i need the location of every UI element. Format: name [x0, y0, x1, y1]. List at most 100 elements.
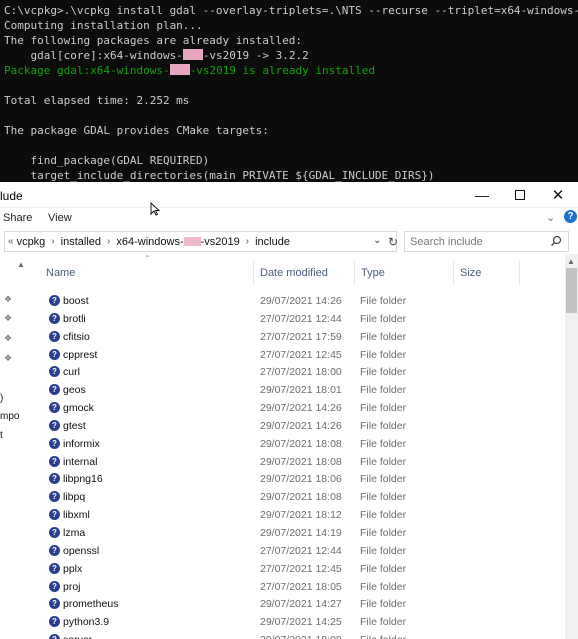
vertical-scrollbar[interactable]: ▲: [565, 254, 578, 639]
file-name: server: [63, 634, 92, 639]
column-header: Name Date modified Type Size: [40, 261, 565, 285]
folder-item-icon: ?: [49, 295, 60, 306]
address-bar[interactable]: « vcpkg › installed › x64-windows- -vs201…: [4, 231, 400, 252]
pin-icon[interactable]: ❖: [4, 313, 13, 323]
maximize-button[interactable]: [500, 182, 540, 208]
file-type: File folder: [360, 473, 407, 486]
column-header-type[interactable]: Type: [355, 261, 454, 285]
breadcrumb-triplet[interactable]: x64-windows- -vs2019: [116, 236, 239, 248]
terminal-text: The package GDAL provides CMake targets:: [4, 124, 269, 137]
ribbon: Share View ⌄ ?: [0, 208, 578, 230]
chevron-right-icon[interactable]: ›: [246, 236, 249, 247]
terminal-text: -vs2019 -> 3.2.2: [202, 49, 309, 62]
scrollbar-thumb[interactable]: [566, 268, 577, 313]
maximize-icon: [515, 190, 525, 200]
list-item[interactable]: ? brotli 27/07/2021 12:44 File folder: [40, 310, 565, 328]
file-type: File folder: [360, 455, 407, 468]
search-input[interactable]: [410, 235, 545, 248]
pin-icon[interactable]: ❖: [4, 353, 13, 363]
help-icon[interactable]: ?: [564, 210, 577, 223]
file-name: pplx: [63, 562, 83, 575]
list-item[interactable]: ? gtest 29/07/2021 14:26 File folder: [40, 417, 565, 435]
nav-item-fragment[interactable]: t: [0, 430, 3, 441]
chevron-down-icon[interactable]: ⌄: [373, 235, 381, 246]
scroll-up-icon[interactable]: ▲: [17, 260, 25, 269]
breadcrumb-vcpkg[interactable]: vcpkg: [17, 236, 46, 248]
tab-view[interactable]: View: [48, 212, 72, 224]
pin-icon[interactable]: ❖: [4, 333, 13, 343]
terminal-text: -vs2019 is already installed: [189, 64, 376, 77]
list-item[interactable]: ? curl 27/07/2021 18:00 File folder: [40, 363, 565, 381]
navigation-pane: ▲ ❖ ❖ ❖ ❖ ) mpo t: [0, 258, 28, 639]
folder-item-icon: ?: [49, 330, 60, 342]
pin-icon[interactable]: ❖: [4, 294, 13, 304]
file-date-modified: 27/07/2021 12:45: [260, 562, 342, 575]
column-header-date-modified[interactable]: Date modified: [254, 261, 355, 285]
list-item[interactable]: ? libpq 29/07/2021 18:08 File folder: [40, 488, 565, 506]
list-item[interactable]: ? prometheus 29/07/2021 14:27 File folder: [40, 595, 565, 613]
chevron-right-icon[interactable]: ›: [51, 236, 54, 247]
close-button[interactable]: ✕: [538, 182, 578, 208]
list-item[interactable]: ? python3.9 29/07/2021 14:25 File folder: [40, 613, 565, 631]
column-header-size[interactable]: Size: [454, 261, 520, 285]
list-item[interactable]: ? geos 29/07/2021 18:01 File folder: [40, 381, 565, 399]
nav-item-fragment[interactable]: ): [0, 393, 3, 404]
search-icon[interactable]: [550, 235, 562, 247]
terminal-text: target_include_directories(main PRIVATE …: [4, 169, 435, 182]
terminal-line: C:\vcpkg>.\vcpkg install gdal --overlay-…: [4, 3, 578, 18]
file-date-modified: 29/07/2021 14:19: [260, 526, 342, 539]
folder-item-icon: ?: [49, 402, 60, 414]
search-box[interactable]: [404, 231, 569, 252]
list-item[interactable]: ? lzma 29/07/2021 14:19 File folder: [40, 524, 565, 542]
file-type: File folder: [360, 348, 407, 361]
breadcrumb-installed[interactable]: installed: [61, 236, 101, 248]
file-name: cfitsio: [63, 330, 90, 343]
file-date-modified: 29/07/2021 18:08: [260, 491, 342, 504]
chevron-right-icon[interactable]: ›: [107, 236, 110, 247]
refresh-icon[interactable]: ↻: [386, 232, 400, 251]
close-icon: ✕: [551, 187, 565, 204]
file-date-modified: 29/07/2021 18:08: [260, 455, 342, 468]
list-item[interactable]: ? proj 27/07/2021 18:05 File folder: [40, 578, 565, 596]
file-type: File folder: [360, 491, 407, 504]
list-item[interactable]: ? informix 29/07/2021 18:08 File folder: [40, 435, 565, 453]
column-header-name[interactable]: Name: [40, 261, 254, 285]
ribbon-expand-chevron-icon[interactable]: ⌄: [546, 211, 555, 224]
breadcrumb-overflow-icon[interactable]: «: [8, 236, 14, 247]
list-item[interactable]: ? libpng16 29/07/2021 18:06 File folder: [40, 470, 565, 488]
list-item[interactable]: ? internal 29/07/2021 18:08 File folder: [40, 453, 565, 471]
file-type: File folder: [360, 312, 407, 325]
terminal-text: gdal[core]:x64-windows-: [4, 49, 183, 62]
file-type: File folder: [360, 295, 407, 307]
list-item[interactable]: ? boost 29/07/2021 14:26 File folder: [40, 292, 565, 310]
terminal-line: Computing installation plan...: [4, 18, 578, 33]
file-type: File folder: [360, 330, 407, 343]
file-type: File folder: [360, 634, 406, 639]
file-name: boost: [63, 295, 89, 307]
list-item[interactable]: ? openssl 27/07/2021 12:44 File folder: [40, 542, 565, 560]
list-item[interactable]: ? cfitsio 27/07/2021 17:59 File folder: [40, 328, 565, 346]
list-item[interactable]: ? cpprest 27/07/2021 12:45 File folder: [40, 346, 565, 364]
breadcrumb-include[interactable]: include: [255, 236, 290, 248]
minimize-icon: —: [475, 187, 489, 203]
list-item[interactable]: ? libxml 29/07/2021 18:12 File folder: [40, 506, 565, 524]
terminal-text: C:\vcpkg>.\vcpkg install gdal --overlay-…: [4, 4, 578, 17]
list-item[interactable]: ? pplx 27/07/2021 12:45 File folder: [40, 560, 565, 578]
terminal-line: The package GDAL provides CMake targets:: [4, 123, 578, 138]
folder-item-icon: ?: [49, 616, 60, 628]
scroll-up-icon[interactable]: ▲: [567, 257, 575, 266]
file-date-modified: 29/07/2021 18:12: [260, 509, 342, 522]
tab-share[interactable]: Share: [3, 212, 32, 224]
folder-item-icon: ?: [49, 491, 60, 503]
file-date-modified: 29/07/2021 14:26: [260, 402, 342, 415]
folder-item-icon: ?: [49, 473, 60, 485]
nav-item-fragment[interactable]: mpo: [0, 411, 19, 422]
minimize-button[interactable]: —: [462, 182, 502, 208]
folder-item-icon: ?: [49, 348, 60, 360]
file-name: curl: [63, 366, 80, 379]
list-item[interactable]: ?server 29/07/2021 18:08 File folder: [40, 631, 565, 639]
list-item[interactable]: ? gmock 29/07/2021 14:26 File folder: [40, 399, 565, 417]
folder-item-icon: ?: [49, 526, 60, 538]
breadcrumb-triplet-prefix: x64-windows-: [116, 235, 184, 248]
file-date-modified: 27/07/2021 12:45: [260, 348, 342, 361]
